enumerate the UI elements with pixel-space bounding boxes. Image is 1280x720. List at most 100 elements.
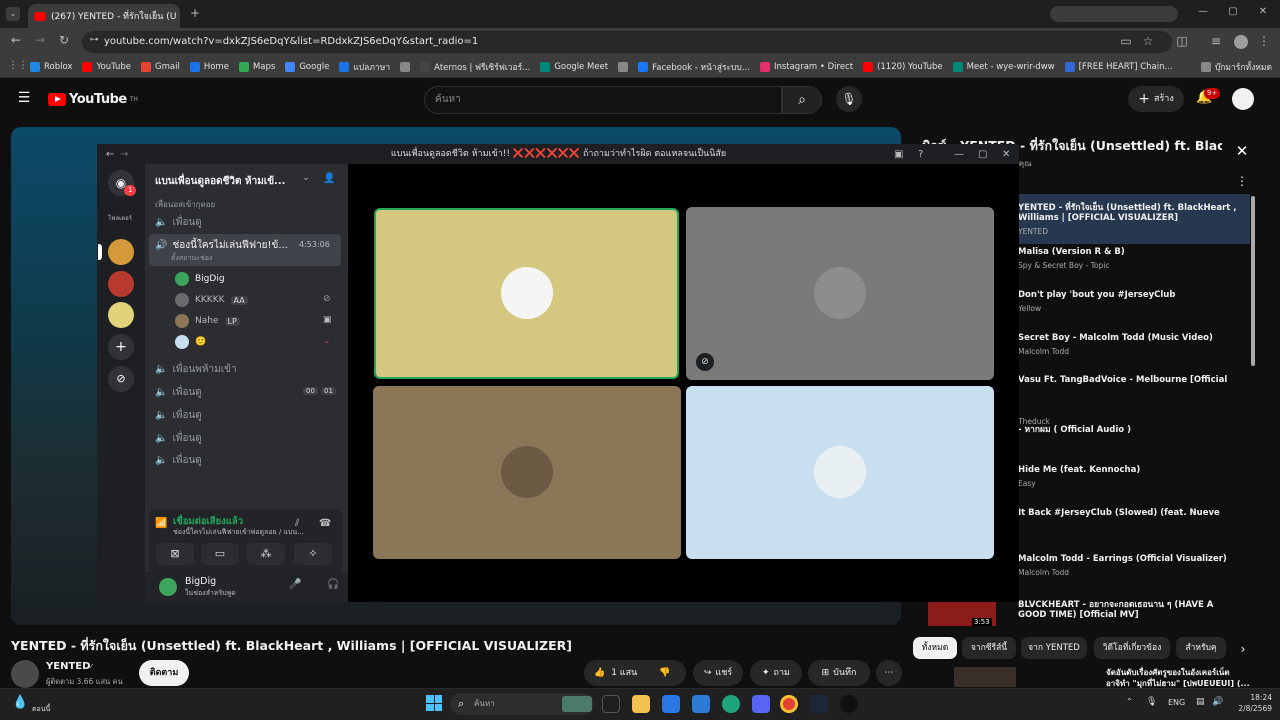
edge-icon[interactable] <box>722 695 740 713</box>
close-playlist-icon[interactable]: ✕ <box>1234 142 1250 160</box>
youtube-logo[interactable]: YouTube TH <box>48 92 138 107</box>
bookmark-item[interactable]: บุ๊กมาร์กทั้งหมด <box>1200 60 1280 74</box>
voice-search-icon[interactable]: 🎙 <box>836 86 862 112</box>
disconnect-icon[interactable]: ☎ <box>319 518 331 529</box>
microphone-icon[interactable]: 🎤 <box>289 579 301 590</box>
discord-forward-icon[interactable]: → <box>120 145 128 164</box>
voice-user-4[interactable]: 🙂 <box>175 335 206 349</box>
bookmark-star-icon[interactable]: ☆ <box>1140 34 1156 48</box>
new-tab-icon[interactable]: + <box>188 6 202 20</box>
network-icon[interactable]: ▤ <box>1196 697 1205 707</box>
help-icon[interactable]: ? <box>918 145 923 164</box>
snip-tool-icon[interactable] <box>692 695 710 713</box>
headphones-icon[interactable]: 🎧 <box>327 579 339 590</box>
more-actions-button[interactable]: ⋯ <box>876 660 902 686</box>
site-info-icon[interactable]: ⊶ <box>88 35 100 45</box>
add-server-icon[interactable]: + <box>108 334 134 360</box>
chrome-taskbar-icon[interactable] <box>780 695 798 713</box>
screen-share-button[interactable]: ▭ <box>201 543 239 565</box>
url-field[interactable]: youtube.com/watch?v=dxkZJS6eDqY&list=RDd… <box>82 31 1172 53</box>
save-button[interactable]: ⊞ บันทึก <box>808 660 870 686</box>
playlist-menu-icon[interactable]: ⋮ <box>1234 174 1250 188</box>
weather-icon[interactable]: 💧 <box>12 695 28 710</box>
bookmark-item[interactable]: Instagram • Direct <box>759 61 853 72</box>
tab-list-icon[interactable]: ⌄ <box>6 7 20 21</box>
search-button[interactable]: ⌕ <box>782 86 822 114</box>
start-button[interactable] <box>426 695 442 711</box>
participant-tile-1[interactable] <box>374 208 679 379</box>
voice-channel-6[interactable]: 🔈 เพื่อนดู <box>155 453 202 468</box>
account-avatar[interactable] <box>1232 88 1254 110</box>
bookmark-item[interactable]: [FREE HEART] Chain... <box>1064 61 1173 72</box>
widgets-image[interactable] <box>562 696 592 712</box>
extensions-icon[interactable]: ◫ <box>1174 34 1190 48</box>
filter-chip[interactable]: จาก YENTED <box>1021 637 1087 659</box>
bookmark-item[interactable]: Meet - wye-wrir-dww <box>952 61 1055 72</box>
like-count[interactable]: 1 แสน <box>611 660 637 686</box>
language-indicator[interactable]: ENG <box>1168 698 1185 707</box>
playlist-item-title[interactable]: Hide Me (feat. Kennocha) <box>1018 465 1254 475</box>
playlist-item-title[interactable]: YENTED - ที่รักใจเย็น (Unsettled) ft. Bl… <box>1018 200 1254 214</box>
server-dropdown-icon[interactable]: ⌄ <box>301 173 311 183</box>
bottom-rec-thumbnail[interactable] <box>954 667 1016 687</box>
bookmark-item[interactable] <box>400 61 411 72</box>
tray-chevron-icon[interactable]: ⌃ <box>1126 697 1133 706</box>
bookmark-item[interactable] <box>618 61 629 72</box>
discord-minimize-icon[interactable]: — <box>954 145 964 164</box>
reading-list-icon[interactable]: ≡ <box>1208 34 1224 48</box>
app-icon[interactable] <box>840 695 858 713</box>
self-avatar[interactable] <box>159 578 177 596</box>
file-explorer-icon[interactable] <box>632 695 650 713</box>
soundboard-button[interactable]: ✧ <box>294 543 332 565</box>
close-window-icon[interactable]: ✕ <box>1256 6 1270 17</box>
channel-avatar[interactable] <box>11 660 39 688</box>
playlist-item-title[interactable]: Malisa (Version R & B) <box>1018 247 1254 257</box>
chips-next-icon[interactable]: › <box>1236 642 1250 656</box>
bookmark-item[interactable]: (1120) YouTube <box>863 61 943 72</box>
reload-icon[interactable]: ↻ <box>56 33 72 47</box>
minimize-icon[interactable]: — <box>1196 6 1210 17</box>
steam-icon[interactable] <box>810 695 828 713</box>
bookmark-item[interactable]: Home <box>189 61 229 72</box>
task-view-icon[interactable] <box>602 695 620 713</box>
voice-user-2[interactable]: KKKKK AA <box>175 293 248 307</box>
filter-chip[interactable]: วิดีโอที่เกี่ยวข้อง <box>1094 637 1170 659</box>
back-icon[interactable]: ← <box>8 33 24 47</box>
voice-channel-3[interactable]: 🔈 เพื่อนดู <box>155 385 202 400</box>
bookmark-item[interactable]: YouTube <box>82 61 131 72</box>
filter-chip[interactable]: ทั้งหมด <box>913 637 957 659</box>
bookmark-item[interactable]: Maps <box>238 61 275 72</box>
share-button[interactable]: ↪ แชร์ <box>693 660 743 686</box>
playlist-item-title[interactable]: Don't play 'bout you #JerseyClub <box>1018 290 1254 300</box>
ask-button[interactable]: ✦ ถาม <box>750 660 802 686</box>
bookmark-item[interactable]: Google Meet <box>540 61 608 72</box>
voice-channel-1[interactable]: 🔈 เพื่อนดู <box>155 215 202 230</box>
profile-pill[interactable] <box>1050 6 1178 22</box>
bookmark-item[interactable]: Gmail <box>141 61 180 72</box>
playlist-item-title[interactable]: BLVCKHEART - อยากจะกอดเธอนาน ๆ (HAVE A <box>1018 597 1254 611</box>
search-input[interactable]: ค้นหา <box>424 86 782 114</box>
create-button[interactable]: + สร้าง <box>1128 86 1184 112</box>
discord-taskbar-icon[interactable] <box>752 695 770 713</box>
volume-icon[interactable]: 🔊 <box>1212 697 1223 707</box>
playlist-item-title[interactable]: - หากผม ( Official Audio ) <box>1018 422 1254 436</box>
like-icon[interactable]: 👍 <box>594 660 605 686</box>
voice-channel-4[interactable]: 🔈 เพื่อนดู <box>155 408 202 423</box>
profile-avatar[interactable] <box>1234 35 1248 49</box>
camera-off-button[interactable]: ⊠ <box>156 543 194 565</box>
dislike-icon[interactable]: 👎 <box>659 660 670 686</box>
bookmark-item[interactable]: Aternos | ฟรีเซิร์ฟเวอร์... <box>420 60 530 74</box>
apps-grid-icon[interactable]: ⋮⋮ <box>8 60 28 71</box>
tray-mic-icon[interactable]: 🎙 <box>1146 697 1157 707</box>
subscribe-button[interactable]: ติดตาม <box>139 660 189 686</box>
participant-tile-4[interactable] <box>686 386 994 559</box>
activities-button[interactable]: ⁂ <box>247 543 285 565</box>
playlist-item-title[interactable]: It Back #JerseyClub (Slowed) (feat. Nuev… <box>1018 508 1254 518</box>
playlist-item-title[interactable]: Vasu Ft. TangBadVoice - Melbourne [Offic… <box>1018 375 1254 385</box>
filter-chip[interactable]: จากซีรีส์นี้ <box>962 637 1016 659</box>
clock-date[interactable]: 2/8/2569 <box>1234 704 1272 713</box>
voice-user-1[interactable]: BigDig <box>175 272 225 286</box>
bookmark-item[interactable]: Google <box>285 61 329 72</box>
discover-icon[interactable]: ⊘ <box>108 366 134 392</box>
server-name[interactable]: แบนเพื่อนดูลอดชีวิต ห้ามเข้... <box>155 174 285 189</box>
